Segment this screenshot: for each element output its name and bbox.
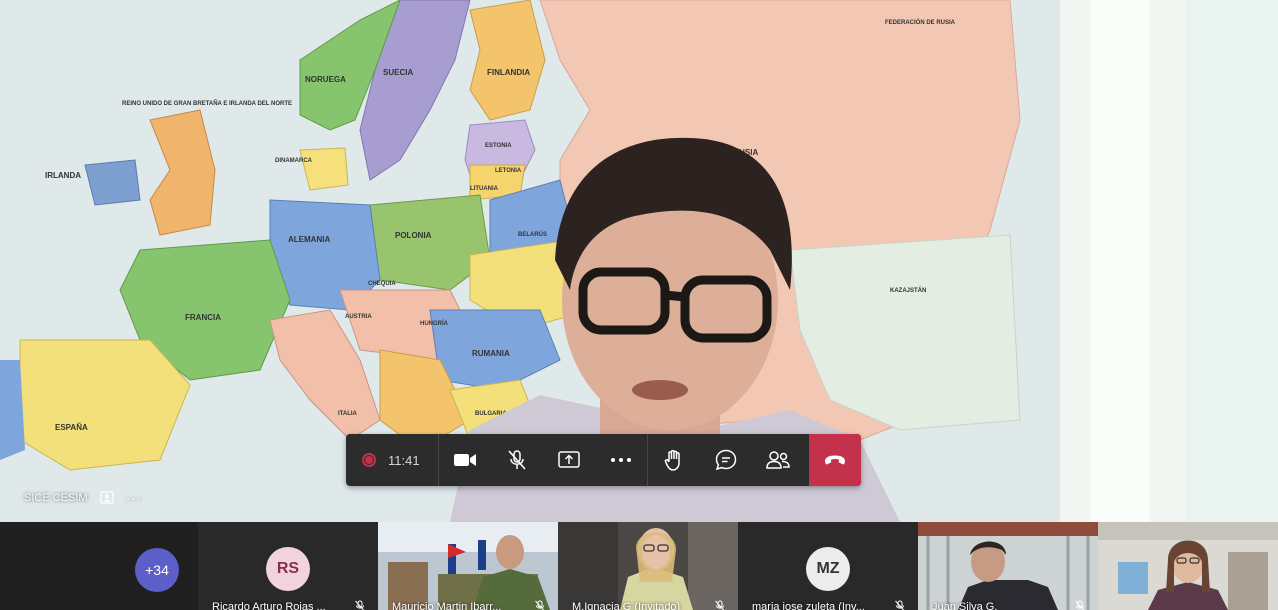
map-label-chequia: CHEQUIA: [368, 281, 396, 287]
mic-button[interactable]: [491, 434, 543, 486]
active-speaker-label: SICE CESIM ···: [24, 488, 143, 508]
participant-tile[interactable]: M.Ignacia G (Invitado): [558, 522, 738, 610]
map-label-lituania: LITUANIA: [470, 186, 499, 192]
avatar: RS: [266, 547, 310, 591]
participant-video-feed: [378, 522, 558, 610]
more-options-button[interactable]: [595, 434, 647, 486]
raise-hand-button[interactable]: [648, 434, 700, 486]
map-label-austria: AUSTRIA: [345, 314, 372, 320]
speaker-name: SICE CESIM: [24, 492, 88, 504]
map-label-rumania: RUMANIA: [472, 349, 510, 358]
map-label-francia: FRANCIA: [185, 313, 221, 322]
mic-muted-icon: [508, 450, 526, 470]
main-video-stage: REINO UNIDO DE GRAN BRETAÑA E IRLANDA DE…: [0, 0, 1278, 522]
call-timer: 11:41: [388, 452, 420, 468]
camera-icon: [454, 454, 476, 466]
chat-icon: [715, 449, 737, 471]
camera-button[interactable]: [439, 434, 491, 486]
share-screen-button[interactable]: [543, 434, 595, 486]
map-label-irlanda: IRLANDA: [45, 171, 81, 180]
participant-name: Mauricio Martin Ibarr...: [392, 601, 502, 610]
map-label-suecia: SUECIA: [383, 68, 413, 77]
participant-video-feed: [1098, 522, 1278, 610]
map-label-finlandia: FINLANDIA: [487, 68, 530, 77]
participant-name: maria jose zuleta (Inv...: [752, 601, 865, 610]
map-label-uk: REINO UNIDO DE GRAN BRETAÑA E IRLANDA DE…: [122, 100, 292, 107]
map-label-estonia: ESTONIA: [485, 143, 512, 149]
call-control-bar: 11:41: [346, 434, 861, 486]
participant-tile[interactable]: RS Ricardo Arturo Rojas ...: [198, 522, 378, 610]
overflow-participants-tile[interactable]: +34: [0, 522, 198, 610]
participants-icon: [766, 451, 790, 469]
participant-video-feed: [918, 522, 1098, 610]
map-label-belarus: BELARÚS: [518, 231, 547, 238]
recording-indicator: 11:41: [346, 434, 439, 486]
map-label-alemania: ALEMANIA: [288, 235, 330, 244]
map-label-letonia: LETONIA: [495, 168, 522, 174]
participants-button[interactable]: [752, 434, 804, 486]
hang-up-icon: [825, 455, 845, 465]
mic-muted-icon: [355, 600, 365, 610]
map-label-hungria: HUNGRÍA: [420, 319, 449, 327]
participant-video-feed: [558, 522, 738, 610]
map-label-noruega: NORUEGA: [305, 75, 346, 84]
map-label-polonia: POLONIA: [395, 231, 432, 240]
raise-hand-icon: [664, 449, 680, 471]
participant-gallery: +34 RS Ricardo Arturo Rojas ... Mauricio…: [0, 522, 1278, 610]
speaker-more-options-icon[interactable]: ···: [126, 490, 143, 506]
participant-tile[interactable]: Juan Silva G.: [918, 522, 1098, 610]
participant-name: Juan Silva G.: [932, 601, 998, 610]
share-screen-icon: [558, 451, 580, 468]
map-label-kazajstan: KAZAJSTÁN: [890, 287, 926, 294]
record-icon: [362, 453, 376, 467]
participant-tile[interactable]: [1098, 522, 1278, 610]
map-label-federacion: FEDERACIÓN DE RUSIA: [885, 18, 956, 26]
participant-tile[interactable]: MZ maria jose zuleta (Inv...: [738, 522, 918, 610]
mic-muted-icon: [895, 600, 905, 610]
mic-muted-icon: [535, 600, 545, 610]
participant-name: Ricardo Arturo Rojas ...: [212, 601, 326, 610]
hang-up-button[interactable]: [809, 434, 861, 486]
map-label-dinamarca: DINAMARCA: [275, 158, 313, 164]
chat-button[interactable]: [700, 434, 752, 486]
participant-tile[interactable]: Mauricio Martin Ibarr...: [378, 522, 558, 610]
map-label-espana: ESPAÑA: [55, 423, 88, 432]
more-options-icon: [611, 458, 631, 462]
mic-muted-icon: [1075, 600, 1085, 610]
avatar: MZ: [806, 547, 850, 591]
participant-name: M.Ignacia G (Invitado): [572, 601, 681, 610]
overflow-count-badge[interactable]: +34: [135, 548, 179, 592]
mic-muted-icon: [715, 600, 725, 610]
map-label-italia: ITALIA: [338, 411, 358, 417]
pin-user-icon[interactable]: [98, 489, 116, 507]
